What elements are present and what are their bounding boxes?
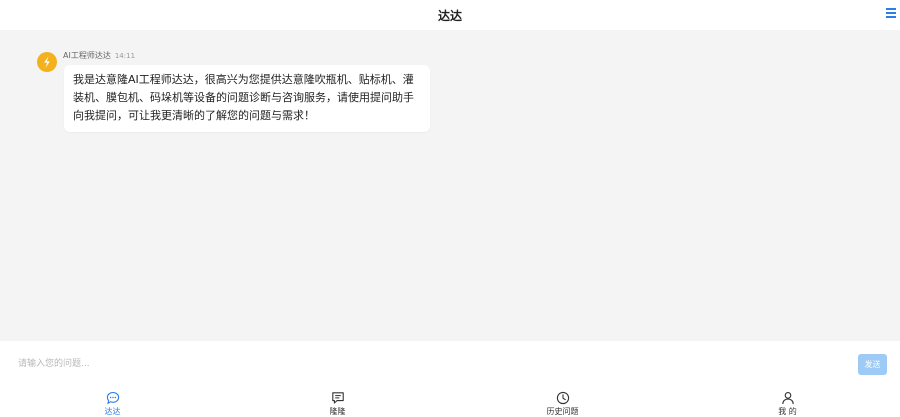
chat-area[interactable]: AI工程师达达 14:11 我是达意隆AI工程师达达，很高兴为您提供达意隆吹瓶机、…: [0, 30, 900, 341]
page-title: 达达: [437, 8, 462, 23]
clock-icon: [556, 391, 569, 405]
user-icon: [781, 392, 794, 405]
tab-label: 我 的: [778, 407, 797, 416]
message-bubble: 我是达意隆AI工程师达达，很高兴为您提供达意隆吹瓶机、贴标机、灌装机、膜包机、码…: [64, 65, 430, 132]
sender-name: AI工程师达达: [63, 51, 111, 60]
hamburger-menu-icon[interactable]: [886, 8, 896, 20]
message-box-icon: [331, 392, 344, 404]
app-root: 达达 AI工程师达达 14:11 我是达意隆AI工程师达达，很高兴为您提供达意隆吹…: [0, 0, 900, 417]
tab-label: 达达: [104, 407, 121, 416]
tab-dada[interactable]: 达达: [0, 387, 225, 417]
header-bar: 达达: [0, 0, 900, 30]
tab-label: 历史问题: [546, 407, 579, 416]
tab-mine[interactable]: 我 的: [675, 387, 900, 417]
input-bar: 发送: [0, 341, 900, 387]
message-meta: AI工程师达达 14:11: [63, 50, 135, 61]
tab-label: 隆隆: [329, 407, 346, 416]
chat-bubble-icon: [106, 391, 119, 405]
tab-longlong[interactable]: 隆隆: [225, 387, 450, 417]
tab-history[interactable]: 历史问题: [450, 387, 675, 417]
message-time: 14:11: [114, 52, 136, 60]
send-button[interactable]: 发送: [858, 354, 887, 375]
question-input[interactable]: [10, 353, 856, 375]
lightning-logo-icon: [37, 52, 57, 72]
bottom-tab-bar: 达达 隆隆 历史问题 我 的: [0, 387, 900, 417]
